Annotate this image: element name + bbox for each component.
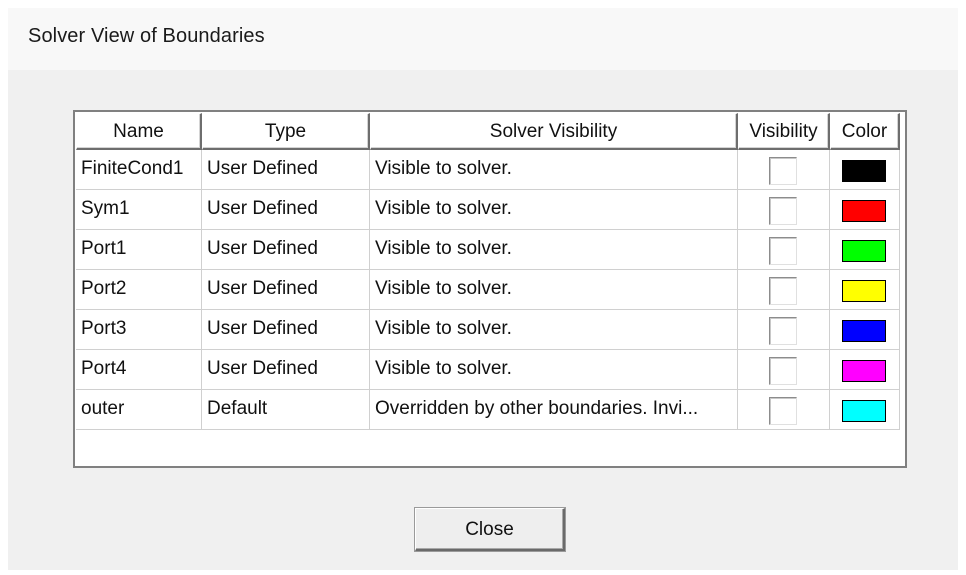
cell-name[interactable]: Port4: [76, 350, 202, 390]
color-swatch[interactable]: [842, 240, 886, 262]
cell-solver-visibility[interactable]: Visible to solver.: [370, 190, 738, 230]
solver-view-dialog: Solver View of Boundaries Name Type Solv…: [8, 8, 958, 570]
table-row[interactable]: FiniteCond1 User Defined Visible to solver…: [75, 150, 901, 190]
cell-visibility: [738, 150, 830, 190]
cell-solver-visibility[interactable]: Overridden by other boundaries. Invi...: [370, 390, 738, 430]
cell-solver-visibility[interactable]: Visible to solver.: [370, 270, 738, 310]
cell-name[interactable]: Port2: [76, 270, 202, 310]
visibility-checkbox[interactable]: [769, 277, 797, 305]
title-bar: Solver View of Boundaries: [8, 8, 958, 70]
table-row[interactable]: outer Default Overridden by other boundari…: [75, 390, 901, 430]
color-swatch[interactable]: [842, 400, 886, 422]
cell-type[interactable]: User Defined: [202, 310, 370, 350]
visibility-checkbox[interactable]: [769, 157, 797, 185]
column-header-solver-visibility[interactable]: Solver Visibility: [370, 113, 738, 150]
cell-color: [830, 390, 900, 430]
color-swatch[interactable]: [842, 280, 886, 302]
cell-name[interactable]: Port3: [76, 310, 202, 350]
cell-color: [830, 270, 900, 310]
cell-type[interactable]: User Defined: [202, 150, 370, 190]
cell-visibility: [738, 190, 830, 230]
cell-name[interactable]: Port1: [76, 230, 202, 270]
cell-type[interactable]: User Defined: [202, 270, 370, 310]
cell-type[interactable]: User Defined: [202, 230, 370, 270]
boundaries-table: Name Type Solver Visibility Visibility C…: [73, 110, 907, 468]
cell-solver-visibility[interactable]: Visible to solver.: [370, 350, 738, 390]
color-swatch[interactable]: [842, 320, 886, 342]
color-swatch[interactable]: [842, 160, 886, 182]
visibility-checkbox[interactable]: [769, 197, 797, 225]
color-swatch[interactable]: [842, 200, 886, 222]
cell-solver-visibility[interactable]: Visible to solver.: [370, 310, 738, 350]
cell-name[interactable]: FiniteCond1: [76, 150, 202, 190]
cell-type[interactable]: User Defined: [202, 190, 370, 230]
visibility-checkbox[interactable]: [769, 357, 797, 385]
cell-type[interactable]: User Defined: [202, 350, 370, 390]
table-row[interactable]: Sym1 User Defined Visible to solver.: [75, 190, 901, 230]
visibility-checkbox[interactable]: [769, 317, 797, 345]
cell-solver-visibility[interactable]: Visible to solver.: [370, 150, 738, 190]
cell-visibility: [738, 390, 830, 430]
column-header-visibility[interactable]: Visibility: [738, 113, 830, 150]
table-row[interactable]: Port2 User Defined Visible to solver.: [75, 270, 901, 310]
cell-visibility: [738, 350, 830, 390]
close-button[interactable]: Close: [415, 508, 565, 551]
visibility-checkbox[interactable]: [769, 397, 797, 425]
window-title: Solver View of Boundaries: [28, 25, 265, 47]
column-header-type[interactable]: Type: [202, 113, 370, 150]
cell-color: [830, 150, 900, 190]
visibility-checkbox[interactable]: [769, 237, 797, 265]
cell-visibility: [738, 270, 830, 310]
table-row[interactable]: Port4 User Defined Visible to solver.: [75, 350, 901, 390]
cell-color: [830, 350, 900, 390]
cell-visibility: [738, 230, 830, 270]
column-header-name[interactable]: Name: [76, 113, 202, 150]
cell-name[interactable]: Sym1: [76, 190, 202, 230]
cell-color: [830, 230, 900, 270]
cell-color: [830, 190, 900, 230]
cell-solver-visibility[interactable]: Visible to solver.: [370, 230, 738, 270]
color-swatch[interactable]: [842, 360, 886, 382]
cell-color: [830, 310, 900, 350]
cell-type[interactable]: Default: [202, 390, 370, 430]
column-header-color[interactable]: Color: [830, 113, 900, 150]
cell-name[interactable]: outer: [76, 390, 202, 430]
cell-visibility: [738, 310, 830, 350]
table-row[interactable]: Port3 User Defined Visible to solver.: [75, 310, 901, 350]
table-row[interactable]: Port1 User Defined Visible to solver.: [75, 230, 901, 270]
